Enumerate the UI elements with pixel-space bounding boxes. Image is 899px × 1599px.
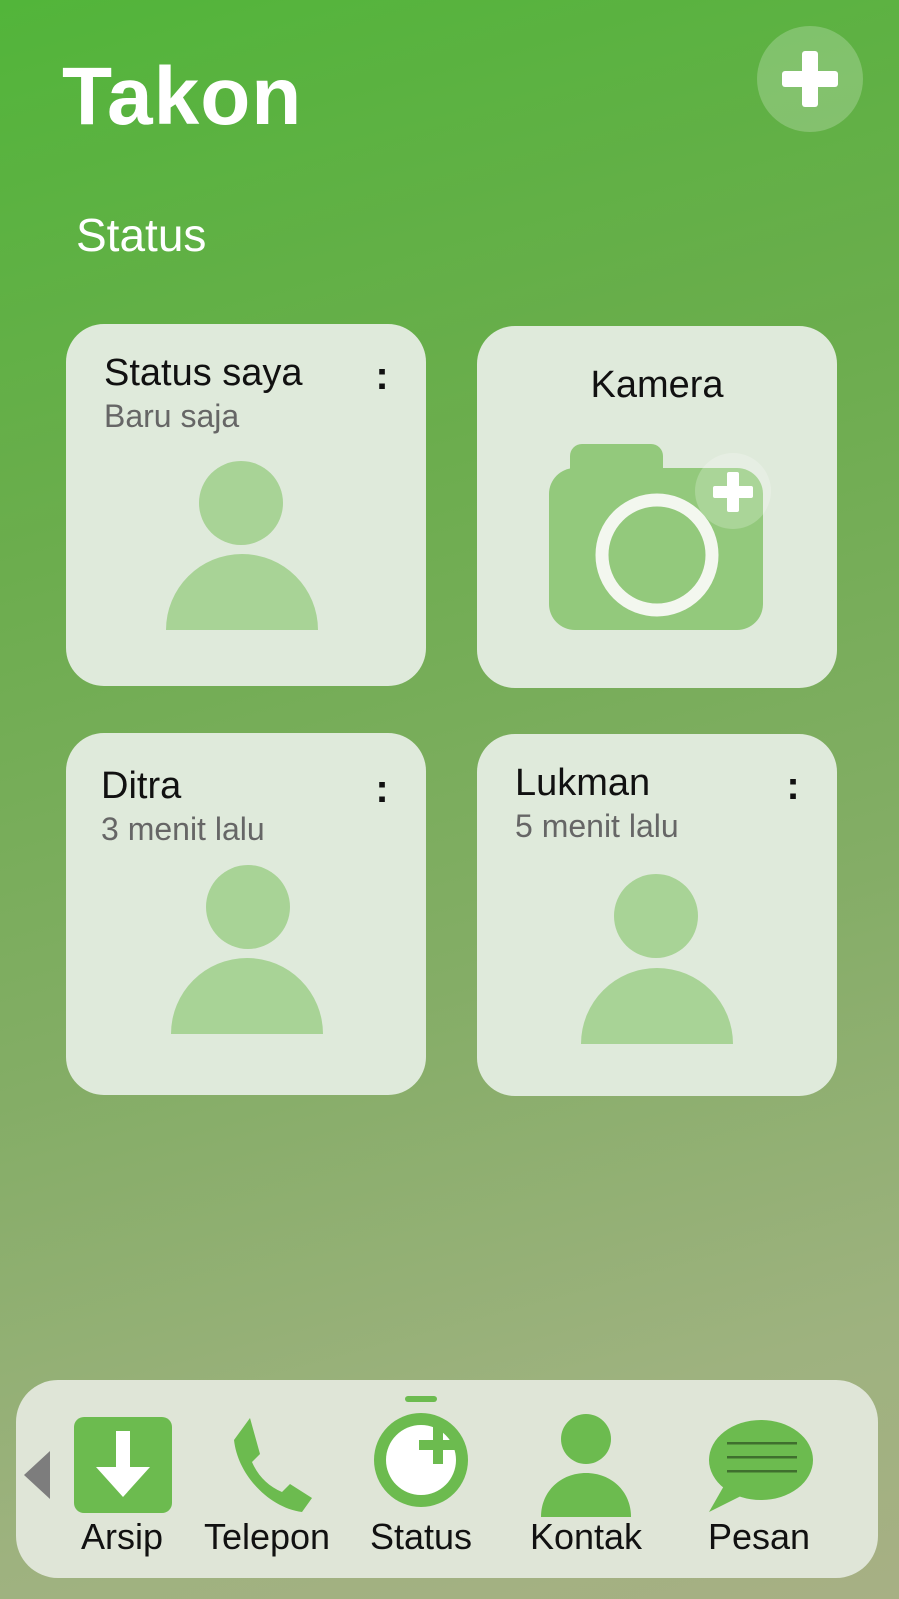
plus-icon <box>782 51 838 107</box>
phone-icon <box>234 1418 312 1512</box>
camera-card[interactable]: Kamera <box>477 326 837 688</box>
avatar-head <box>614 874 698 958</box>
more-options-icon[interactable]: : <box>781 764 805 809</box>
nav-label: Arsip <box>80 1516 164 1557</box>
nav-item-telepon[interactable]: Telepon <box>192 1380 342 1578</box>
avatar-body <box>166 554 318 630</box>
nav-item-kontak[interactable]: Kontak <box>516 1380 656 1578</box>
bottom-nav: Arsip Telepon Status Kontak Pesan <box>16 1380 878 1578</box>
contact-icon <box>541 1414 631 1517</box>
app-title: Takon <box>62 51 303 142</box>
card-time: 5 menit lalu <box>515 808 679 844</box>
more-options-icon[interactable]: : <box>370 354 394 399</box>
avatar-body <box>171 958 323 1034</box>
avatar-head <box>206 865 290 949</box>
nav-item-status[interactable]: Status <box>354 1380 488 1578</box>
card-time: Baru saja <box>104 398 240 434</box>
card-name: Status saya <box>104 352 303 394</box>
nav-label: Kontak <box>529 1516 643 1557</box>
nav-item-arsip[interactable]: Arsip <box>60 1380 184 1578</box>
avatar-body <box>581 968 733 1044</box>
archive-download-icon <box>74 1417 172 1513</box>
card-name: Ditra <box>101 765 182 807</box>
camera-add-icon <box>549 444 771 630</box>
contact-status-card[interactable]: Ditra 3 menit lalu : <box>66 733 426 1095</box>
avatar-head <box>199 461 283 545</box>
my-status-card[interactable]: Status saya Baru saja : <box>66 324 426 686</box>
nav-label: Pesan <box>707 1516 811 1557</box>
card-name: Lukman <box>515 762 651 804</box>
nav-label: Telepon <box>203 1516 331 1557</box>
add-status-button[interactable] <box>757 26 863 132</box>
section-title: Status <box>76 209 207 261</box>
scroll-left-icon[interactable] <box>22 1449 52 1501</box>
message-icon <box>709 1420 813 1512</box>
nav-label: Status <box>369 1516 473 1557</box>
nav-item-pesan[interactable]: Pesan <box>686 1380 832 1578</box>
contact-status-card[interactable]: Lukman 5 menit lalu : <box>477 734 837 1096</box>
status-add-icon <box>374 1396 468 1507</box>
card-time: 3 menit lalu <box>101 811 265 847</box>
more-options-icon[interactable]: : <box>370 767 394 812</box>
